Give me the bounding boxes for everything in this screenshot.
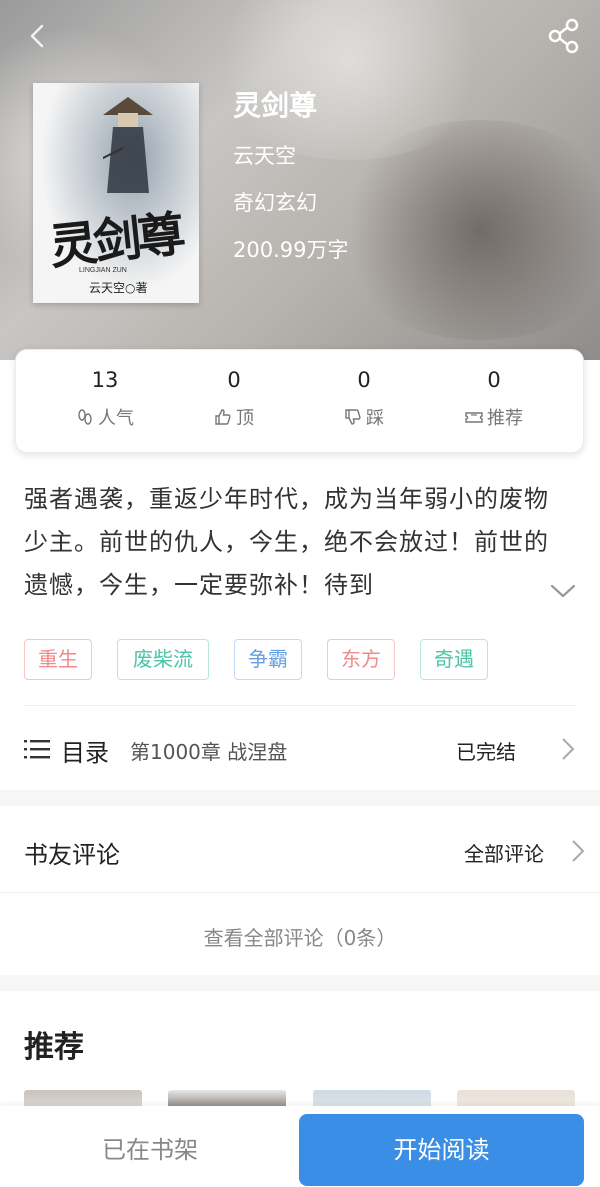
back-arrow-icon [30,24,44,48]
cover-swordsman-figure [103,97,153,193]
divider [0,892,600,893]
section-gap [0,975,600,991]
cover-pinyin: LINGJIAN ZUN [79,267,127,274]
stat-downvote[interactable]: 0 踩 [299,368,429,430]
stat-recommend[interactable]: 0 推荐 [429,368,559,430]
stat-label: 人气 [98,408,134,429]
tag-chip[interactable]: 争霸 [234,639,302,680]
book-word-count: 200.99万字 [233,238,349,262]
ticket-icon [465,412,483,423]
cover-author-line: 云天空○著 [89,281,148,295]
stat-value: 0 [357,368,371,392]
chevron-down-icon [550,584,576,598]
recommend-title: 推荐 [24,1030,84,1065]
view-all-comments-button[interactable]: 查看全部评论（0条） [0,922,600,951]
on-shelf-button[interactable]: 已在书架 [0,1114,300,1186]
cover-title-art: 灵剑尊 [46,206,185,276]
tag-chip[interactable]: 奇遇 [420,639,488,680]
thumbs-down-icon [345,409,361,425]
share-icon [548,18,579,54]
divider [24,705,576,706]
latest-chapter: 第1000章 战涅盘 [130,740,288,764]
comments-title: 书友评论 [24,841,120,869]
share-button[interactable] [544,16,584,56]
book-author[interactable]: 云天空 [233,140,296,170]
bottom-action-bar: 已在书架 开始阅读 [0,1106,600,1187]
book-cover[interactable]: 灵剑尊 LINGJIAN ZUN 云天空○著 [33,83,199,303]
stat-label: 踩 [366,408,384,429]
tag-chip[interactable]: 废柴流 [117,639,209,680]
list-icon [24,740,50,759]
book-title: 灵剑尊 [233,89,318,122]
book-genre: 奇幻玄幻 [233,191,317,215]
stat-value: 0 [487,368,501,392]
stat-value: 13 [91,368,119,392]
stat-upvote[interactable]: 0 顶 [169,368,299,430]
stat-label: 顶 [236,408,254,429]
section-gap [0,790,600,806]
tag-chip[interactable]: 重生 [24,639,92,680]
footprint-icon [78,409,92,425]
stat-label: 推荐 [487,408,523,429]
chevron-right-icon [562,738,575,760]
expand-intro-button[interactable] [549,580,577,602]
stats-card: 13 人气 0 顶 0 踩 0 推荐 [15,349,584,453]
back-button[interactable] [22,20,54,52]
thumbs-up-icon [215,409,231,425]
chevron-right-icon [572,840,585,862]
stat-popularity: 13 人气 [40,368,170,430]
start-reading-button[interactable]: 开始阅读 [299,1114,584,1186]
tag-chip[interactable]: 东方 [327,639,395,680]
stat-value: 0 [227,368,241,392]
completion-status: 已完结 [456,740,516,764]
catalog-label: 目录 [61,739,109,767]
all-comments-label: 全部评论 [464,842,544,866]
